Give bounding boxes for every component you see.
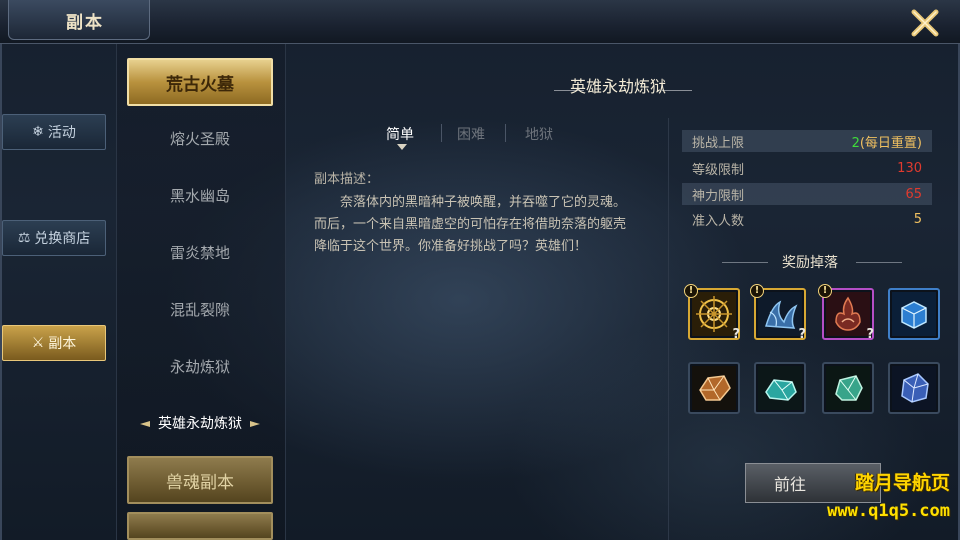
- stat-value: 5: [913, 211, 922, 227]
- watermark-url: www.q1q5.com: [827, 501, 950, 521]
- description-title: 副本描述：: [314, 172, 380, 187]
- stat-value: 130: [897, 160, 922, 176]
- tab-divider: [441, 124, 442, 142]
- dungeon-item[interactable]: 雷炎禁地: [127, 242, 273, 263]
- description-body: 奈落体内的黑暗种子被唤醒，并吞噬了它的灵魂。而后，一个来自黑暗虚空的可怕存在将借…: [314, 195, 627, 254]
- stat-row-level-limit: 等级限制 130: [682, 157, 932, 179]
- stat-value-count: 2: [851, 135, 860, 151]
- sidenav-item-dungeon[interactable]: ⚔ 副本: [2, 325, 106, 361]
- reward-title: 奖励掉落: [782, 255, 838, 271]
- dungeon-item[interactable]: 熔火圣殿: [127, 128, 273, 149]
- tab-hard[interactable]: 困难: [457, 124, 485, 144]
- stat-label: 挑战上限: [692, 135, 745, 151]
- sidenav-label: 兑换商店: [34, 231, 91, 247]
- amber-gem-icon: [692, 366, 736, 410]
- reward-slot[interactable]: [754, 362, 806, 414]
- category-button-huanggu[interactable]: 荒古火墓: [127, 58, 273, 106]
- stat-row-challenge-limit: 挑战上限 2(每日重置): [682, 130, 932, 152]
- question-mark: ?: [866, 327, 874, 342]
- reward-slot[interactable]: [822, 362, 874, 414]
- selected-ornament-icon: [140, 421, 260, 427]
- reward-divider: [856, 262, 902, 263]
- question-mark: ?: [798, 327, 806, 342]
- stat-row-party-size: 准入人数 5: [682, 208, 932, 230]
- stat-value-note: (每日重置): [859, 135, 922, 151]
- golden-sun-icon: [692, 292, 736, 336]
- reward-slot[interactable]: [888, 288, 940, 340]
- info-badge: !: [818, 284, 832, 298]
- stat-value: 2(每日重置): [852, 132, 922, 151]
- snowflake-icon: ❄: [32, 124, 44, 140]
- scale-icon: ⚖: [17, 230, 31, 246]
- tab-divider: [505, 124, 506, 142]
- green-crystal-icon: [826, 366, 870, 410]
- stat-label: 准入人数: [692, 213, 745, 229]
- stat-label: 等级限制: [692, 162, 745, 178]
- stat-value: 65: [905, 186, 922, 202]
- dungeon-item[interactable]: 黑水幽岛: [127, 185, 273, 206]
- reward-slot[interactable]: [888, 362, 940, 414]
- tab-hell[interactable]: 地狱: [525, 124, 553, 144]
- category-label: 兽魂副本: [166, 472, 234, 493]
- cyan-crystal-icon: [758, 366, 802, 410]
- stat-row-divine-power-limit: 神力限制 65: [682, 183, 932, 205]
- blue-claw-icon: [758, 292, 802, 336]
- dungeon-item[interactable]: 混乱裂隙: [127, 299, 273, 320]
- tab-easy[interactable]: 简单: [386, 124, 414, 144]
- sidenav-label: 副本: [48, 336, 77, 352]
- top-bar: 副本: [0, 0, 960, 44]
- reward-slot[interactable]: ! ?: [684, 284, 740, 342]
- question-mark: ?: [732, 327, 740, 342]
- window-title: 副本: [66, 13, 104, 33]
- crossed-swords-icon: ⚔: [31, 335, 45, 351]
- reward-slot[interactable]: ! ?: [750, 284, 806, 342]
- sidenav-label: 活动: [47, 125, 76, 141]
- flame-crest-icon: [826, 292, 870, 336]
- category-label: 荒古火墓: [166, 74, 234, 95]
- tab-indicator-icon: [397, 144, 407, 150]
- ice-cube-icon: [892, 292, 936, 336]
- category-button-partial[interactable]: [127, 512, 273, 540]
- close-icon: [911, 9, 939, 37]
- info-badge: !: [750, 284, 764, 298]
- reward-slot[interactable]: ! ?: [818, 284, 874, 342]
- watermark: 踏月导航页 www.q1q5.com: [760, 468, 950, 521]
- sidenav-item-exchange-shop[interactable]: ⚖ 兑换商店: [2, 220, 106, 256]
- blue-ore-icon: [892, 366, 936, 410]
- close-button[interactable]: [908, 6, 942, 40]
- category-button-beast-soul[interactable]: 兽魂副本: [127, 456, 273, 504]
- stat-label: 神力限制: [692, 188, 745, 204]
- watermark-title: 踏月导航页: [854, 472, 950, 494]
- dungeon-title: 英雄永劫炼狱: [569, 77, 666, 96]
- info-badge: !: [684, 284, 698, 298]
- dungeon-item[interactable]: 永劫炼狱: [127, 356, 273, 377]
- reward-divider: [722, 262, 768, 263]
- sidenav-item-activity[interactable]: ❄ 活动: [2, 114, 106, 150]
- reward-slot[interactable]: [688, 362, 740, 414]
